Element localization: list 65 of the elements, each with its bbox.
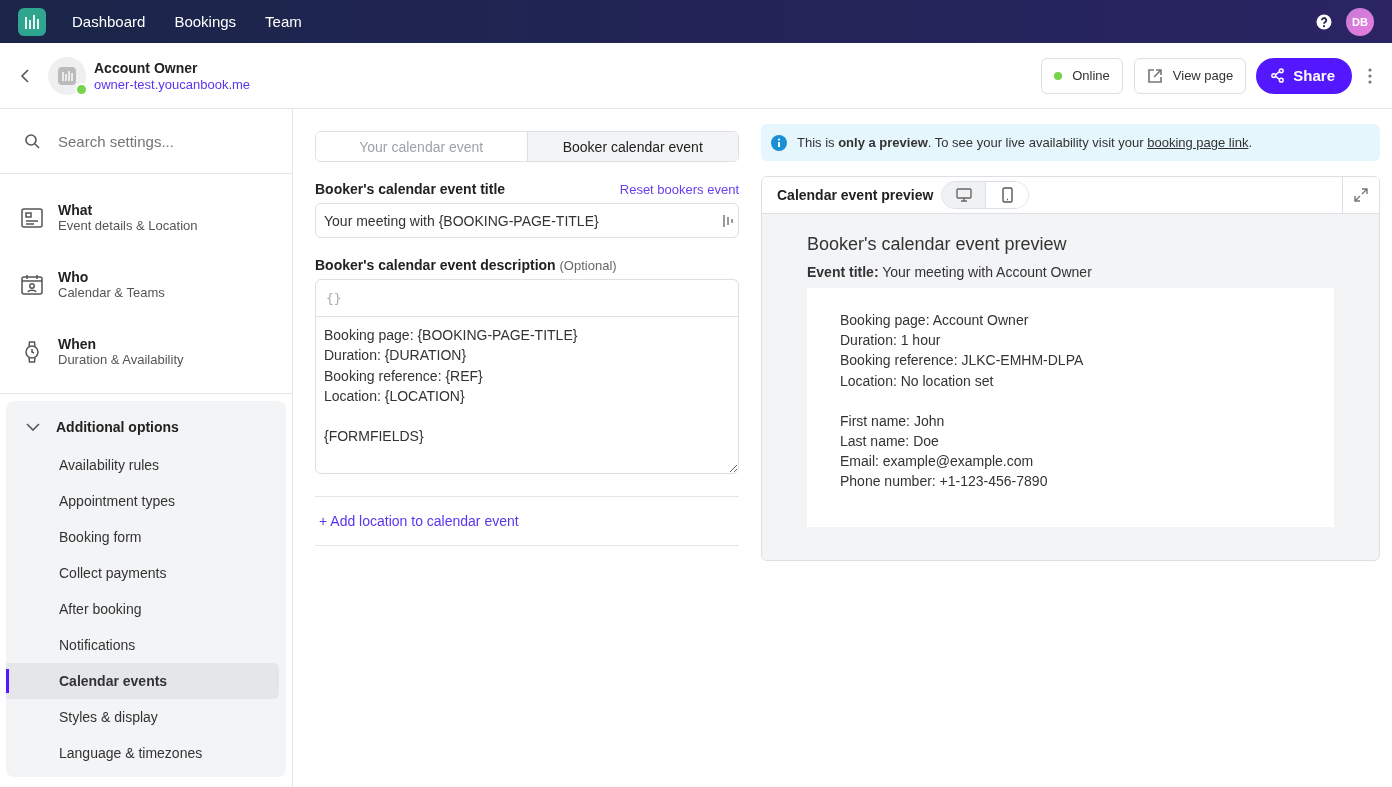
account-url-link[interactable]: owner-test.youcanbook.me — [94, 76, 251, 92]
title-field[interactable]: Your meeting with {BOOKING-PAGE-TITLE} — [315, 203, 739, 238]
sidebar-item[interactable]: Booking form — [6, 519, 279, 555]
sidebar-item[interactable]: Calendar events — [6, 663, 279, 699]
event-title: Event title: Your meeting with Account Owner — [807, 264, 1093, 280]
description-line: Booking reference: JLKC-EMHM-DLPA — [840, 351, 1085, 371]
logo-icon — [24, 12, 40, 31]
preview-notice: This is only a preview. To see your live availability visit your booking page link. — [797, 135, 1252, 150]
expand-icon — [1354, 188, 1368, 202]
sidebar-item[interactable]: After booking — [6, 591, 279, 627]
description-line: Location: No location set — [840, 371, 995, 391]
description-line: Phone number: +1-123-456-7890 — [840, 472, 1049, 492]
sidebar-item[interactable]: Availability rules — [6, 447, 279, 483]
view-toggle[interactable] — [941, 181, 1030, 209]
nav-link[interactable]: Bookings — [174, 13, 237, 30]
phone-icon — [1001, 187, 1013, 203]
expand-button[interactable] — [1342, 177, 1379, 213]
back-icon[interactable] — [20, 67, 30, 84]
panel-title: Calendar event preview — [777, 187, 934, 203]
variable-icon[interactable] — [723, 214, 733, 228]
section-subtitle: Event details & Location — [58, 218, 198, 233]
section-subtitle: Duration & Availability — [58, 352, 184, 367]
description-line: First name: John — [840, 411, 946, 431]
share-icon — [1270, 68, 1286, 83]
sidebar-item[interactable]: Appointment types — [6, 483, 279, 519]
add-location-link[interactable]: + Add location to calendar event — [319, 513, 519, 529]
section-subtitle: Calendar & Teams — [58, 285, 165, 300]
status-dot — [1054, 71, 1063, 80]
tab[interactable]: Booker calendar event — [526, 132, 738, 161]
search-icon — [24, 133, 40, 149]
share-button[interactable]: Share — [1256, 57, 1352, 94]
app-logo[interactable] — [18, 7, 46, 36]
section-header[interactable]: Additional options — [6, 407, 199, 447]
preview-heading: Booker's calendar event preview — [807, 234, 1068, 255]
description-line: Last name: Doe — [840, 432, 940, 451]
sidebar-item[interactable]: Collect payments — [6, 555, 279, 591]
nav-link[interactable]: Dashboard — [72, 13, 146, 30]
calendar-person-icon — [20, 272, 44, 297]
form-icon — [20, 205, 44, 230]
status-button[interactable]: Online — [1041, 57, 1123, 94]
sidebar-item[interactable]: Language & timezones — [6, 735, 279, 771]
view-page-button[interactable]: View page — [1133, 57, 1247, 94]
section-title[interactable]: When — [58, 336, 184, 352]
sidebar-item[interactable]: Notifications — [6, 627, 279, 663]
mobile-view-button[interactable] — [985, 182, 1029, 208]
section-title[interactable]: What — [58, 202, 198, 218]
desktop-view-button[interactable] — [942, 182, 986, 208]
field-label: Booker's calendar event title — [315, 181, 506, 197]
help-icon[interactable] — [1316, 13, 1332, 30]
field-label: Booker's calendar event description (Optional) — [315, 257, 617, 273]
external-link-icon — [1146, 67, 1163, 84]
monitor-icon — [955, 188, 972, 202]
nav-link[interactable]: Team — [265, 13, 302, 30]
description-line: Duration: 1 hour — [840, 331, 942, 351]
chevron-icon — [26, 423, 40, 431]
section-title[interactable]: Who — [58, 269, 165, 285]
sidebar-item[interactable]: Styles & display — [6, 699, 279, 735]
info-icon — [771, 134, 787, 151]
description-line: Email: example@example.com — [840, 452, 1035, 472]
more-icon[interactable] — [1368, 67, 1372, 84]
description-field[interactable]: {} Booking page: {BOOKING-PAGE-TITLE} Duration: {DURATION} Booking reference: {REF} Location: {LOCATION} {FORMFIELDS} — [315, 279, 739, 474]
description-line: Booking page: Account Owner — [840, 311, 1030, 330]
reset-link[interactable]: Reset bookers event — [619, 182, 739, 197]
logo-icon — [58, 66, 76, 85]
account-name: Account Owner — [94, 59, 199, 76]
